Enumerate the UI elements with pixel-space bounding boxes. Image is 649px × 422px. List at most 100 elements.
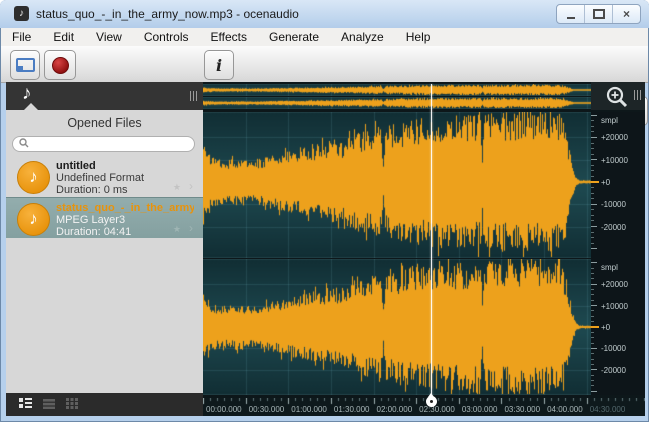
scale-tick [591,305,597,306]
scale-tick [591,209,594,210]
scale-tick-label: -20000 [601,223,626,232]
timeline-label: 04:00.000 [547,405,583,414]
waveform-right-channel[interactable] [203,259,591,395]
scale-tick [591,321,594,322]
scale-tick [591,248,597,249]
open-chevron-icon[interactable]: › [189,179,193,193]
timeline-label: 00:00.000 [206,405,242,414]
scale-tick-label: +10000 [601,156,628,165]
file-duration: Duration: 0 ms [56,184,128,196]
timeline-label: 03:30.000 [504,405,540,414]
scale-tick [591,120,594,121]
detail-view-button[interactable] [19,396,32,414]
scale-tick-label: +20000 [601,280,628,289]
menu-edit[interactable]: Edit [42,28,85,46]
close-icon: × [623,8,630,20]
scale-tick [591,337,594,338]
list-view-button[interactable] [43,396,55,414]
scale-tick [591,237,594,238]
favorite-icon[interactable]: ★ [173,224,181,235]
playhead-marker-dot [430,400,433,403]
scale-tick [591,159,597,160]
scale-unit-label: smpl [601,263,618,272]
note-icon: ♪ [29,167,38,186]
info-icon: i [216,56,222,75]
scale-tick [591,359,594,360]
amplitude-scale-column: smpl+20000+10000+0-10000-20000 smpl+2000… [591,112,645,395]
waveform-region: smpl+20000+10000+0-10000-20000 smpl+2000… [203,82,645,416]
menu-effects[interactable]: Effects [200,28,258,46]
scale-tick [591,176,594,177]
timeline-ruler[interactable]: 00:00.00000:30.00001:00.00001:30.00002:0… [203,398,645,416]
file-item-status-quo[interactable]: ♪ status_quo_-_in_the_army_now.... MPEG … [6,197,203,238]
menu-file[interactable]: File [1,28,42,46]
scale-tick [591,332,594,333]
playhead-line[interactable] [431,84,432,398]
search-input[interactable] [33,138,187,151]
scale-tick [591,243,594,244]
files-tab-icon[interactable]: ♪ [22,83,32,105]
maximize-button[interactable] [584,5,612,23]
scale-tick [591,391,597,392]
menu-view[interactable]: View [85,28,133,46]
timeline-label: 01:00.000 [291,405,327,414]
app-window: ♪ status_quo_-_in_the_army_now.mp3 - oce… [0,0,649,422]
close-button[interactable]: × [612,5,640,23]
grid-view-button[interactable] [66,396,78,414]
menu-analyze[interactable]: Analyze [330,28,395,46]
window-title: status_quo_-_in_the_army_now.mp3 - ocena… [36,7,299,21]
menu-controls[interactable]: Controls [133,28,200,46]
overview-left-channel[interactable] [203,84,591,96]
scale-grip-handle[interactable] [634,90,641,100]
scale-tick [591,187,594,188]
minimize-icon [567,17,575,19]
app-icon-note: ♪ [19,8,24,19]
playhead-marker[interactable] [425,393,437,409]
note-icon: ♪ [29,209,38,228]
scale-tick [591,364,594,365]
scale-tick-label: +0 [601,323,610,332]
sidebar-toggle-button[interactable] [10,50,40,80]
scale-tick [591,348,597,349]
scale-tick-label: +0 [601,178,610,187]
menu-generate[interactable]: Generate [258,28,330,46]
minimize-button[interactable] [557,5,584,23]
scale-tick [591,289,594,290]
scale-tick [591,268,594,269]
info-button[interactable]: i [204,50,234,80]
scale-tick-label: -10000 [601,344,626,353]
zero-level-mark [591,326,599,328]
title-bar[interactable]: ♪ status_quo_-_in_the_army_now.mp3 - oce… [0,0,649,28]
audio-file-icon: ♪ [17,203,50,236]
scale-tick [591,154,594,155]
scale-tick [591,262,597,263]
scale-tick [591,278,594,279]
sidebar-grip-handle[interactable] [190,91,197,101]
amplitude-scale-left: smpl+20000+10000+0-10000-20000 [591,112,645,258]
scale-tick-label: -20000 [601,366,626,375]
file-item-untitled[interactable]: ♪ untitled Undefined Format Duration: 0 … [6,156,203,197]
file-name: status_quo_-_in_the_army_now.... [56,202,194,214]
scale-tick [591,148,594,149]
scale-tick [591,375,594,376]
timeline-label: 01:30.000 [334,405,370,414]
scale-tick [591,126,594,127]
file-name: untitled [56,160,96,172]
toolbar: ◀◀ ▶▶ i -00:02:42.483 hr min sec 44.1 kH… [1,46,648,83]
waveform-left-channel[interactable] [203,112,591,258]
scale-tick [591,131,594,132]
file-duration: Duration: 04:41 [56,226,131,238]
zoom-in-icon[interactable] [605,85,629,114]
scale-tick [591,165,594,166]
sidebar-toggle-icon [16,58,35,72]
record-button[interactable] [44,50,76,80]
menu-help[interactable]: Help [395,28,442,46]
file-search-box[interactable] [12,136,195,152]
favorite-icon[interactable]: ★ [173,182,181,193]
scale-tick [591,300,594,301]
zero-level-mark [591,181,599,183]
timeline-label: 02:00.000 [377,405,413,414]
overview-right-channel[interactable] [203,97,591,109]
open-chevron-icon[interactable]: › [189,221,193,235]
amplitude-scale-right: smpl+20000+10000+0-10000-20000 [591,259,645,395]
